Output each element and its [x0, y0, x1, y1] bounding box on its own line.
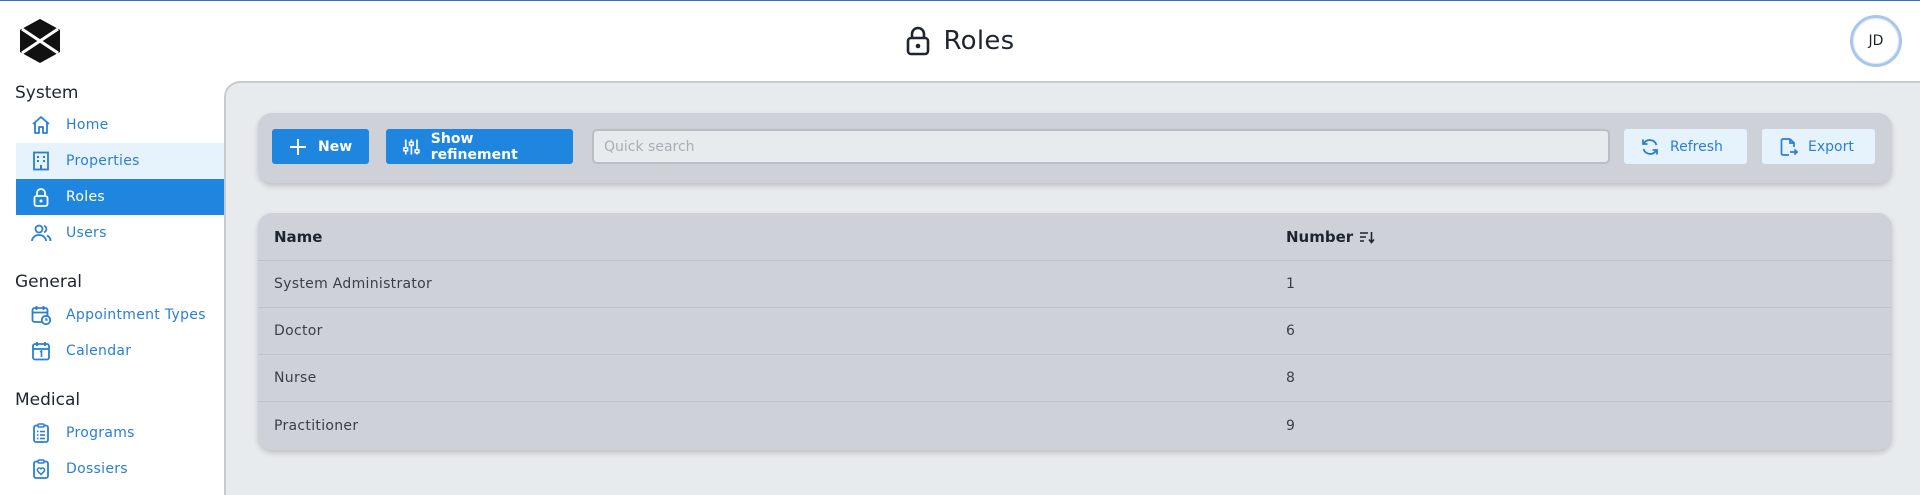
- sidebar-item-roles[interactable]: Roles: [16, 179, 224, 215]
- sort-descending-icon: [1360, 231, 1375, 244]
- header: Roles JD: [0, 1, 1920, 81]
- table-row[interactable]: Doctor 6: [258, 308, 1892, 355]
- lock-icon: [33, 188, 49, 207]
- sidebar-item-programs[interactable]: Programs: [16, 415, 224, 451]
- sidebar-item-label: Roles: [66, 189, 105, 205]
- sidebar-item-properties[interactable]: Properties: [16, 143, 224, 179]
- sidebar-section-general: General: [15, 272, 82, 292]
- sidebar-section-system: System: [15, 83, 79, 103]
- export-button[interactable]: Export: [1762, 129, 1875, 164]
- cell-number: 6: [1286, 323, 1296, 339]
- home-icon: [32, 116, 50, 134]
- toolbar: New Show refinement Refresh Export: [258, 113, 1892, 183]
- users-icon: [31, 224, 52, 242]
- main-content: New Show refinement Refresh Export Name …: [224, 81, 1920, 495]
- page-title-text: Roles: [943, 26, 1015, 56]
- show-refinement-label: Show refinement: [430, 130, 518, 163]
- sidebar: System Home Properties Roles Users Gener…: [0, 81, 224, 495]
- sidebar-section-medical: Medical: [15, 390, 81, 410]
- new-button-label: New: [318, 138, 353, 155]
- sliders-icon: [403, 138, 420, 155]
- refresh-button[interactable]: Refresh: [1624, 129, 1747, 164]
- column-header-number-label: Number: [1286, 227, 1354, 246]
- avatar-initials: JD: [1868, 33, 1884, 49]
- table-header: Name Number: [258, 213, 1892, 261]
- sidebar-item-label: Dossiers: [66, 461, 128, 477]
- cell-name: System Administrator: [274, 276, 433, 292]
- table-row[interactable]: Nurse 8: [258, 355, 1892, 402]
- sidebar-item-calendar[interactable]: Calendar: [16, 333, 224, 369]
- cell-name: Nurse: [274, 370, 317, 386]
- show-refinement-button[interactable]: Show refinement: [386, 129, 573, 164]
- calendar-clock-icon: [31, 306, 52, 326]
- calendar-icon: [32, 342, 50, 361]
- user-avatar[interactable]: JD: [1850, 15, 1902, 67]
- refresh-icon: [1642, 138, 1658, 155]
- sidebar-item-label: Appointment Types: [66, 307, 206, 323]
- sidebar-item-users[interactable]: Users: [16, 215, 224, 251]
- sidebar-item-label: Programs: [66, 425, 135, 441]
- export-label: Export: [1808, 138, 1854, 155]
- cell-name: Doctor: [274, 323, 323, 339]
- plus-icon: [290, 138, 306, 155]
- lock-icon: [907, 26, 930, 56]
- sidebar-item-appointment-types[interactable]: Appointment Types: [16, 297, 224, 333]
- column-header-number[interactable]: Number: [1286, 228, 1375, 246]
- cell-number: 9: [1286, 417, 1296, 434]
- page-title: Roles: [0, 1, 1920, 81]
- new-button[interactable]: New: [272, 129, 369, 164]
- sidebar-item-home[interactable]: Home: [16, 107, 224, 143]
- cell-number: 8: [1286, 370, 1296, 386]
- clipboard-list-icon: [33, 423, 49, 443]
- sidebar-item-dossiers[interactable]: Dossiers: [16, 451, 224, 487]
- clipboard-heart-icon: [33, 459, 49, 479]
- file-export-icon: [1780, 137, 1798, 156]
- table-row[interactable]: System Administrator 1: [258, 261, 1892, 308]
- column-header-name[interactable]: Name: [274, 228, 322, 246]
- sidebar-item-label: Calendar: [66, 343, 132, 359]
- sidebar-item-label: Properties: [66, 153, 140, 169]
- refresh-label: Refresh: [1670, 138, 1723, 155]
- roles-table: Name Number System Administrator 1 Docto…: [258, 213, 1892, 450]
- cell-name: Practitioner: [274, 417, 359, 434]
- building-icon: [33, 151, 49, 171]
- quick-search-input[interactable]: [592, 129, 1610, 164]
- sidebar-item-label: Home: [66, 117, 109, 133]
- cell-number: 1: [1286, 276, 1296, 292]
- sidebar-item-label: Users: [66, 225, 107, 241]
- table-row[interactable]: Practitioner 9: [258, 402, 1892, 449]
